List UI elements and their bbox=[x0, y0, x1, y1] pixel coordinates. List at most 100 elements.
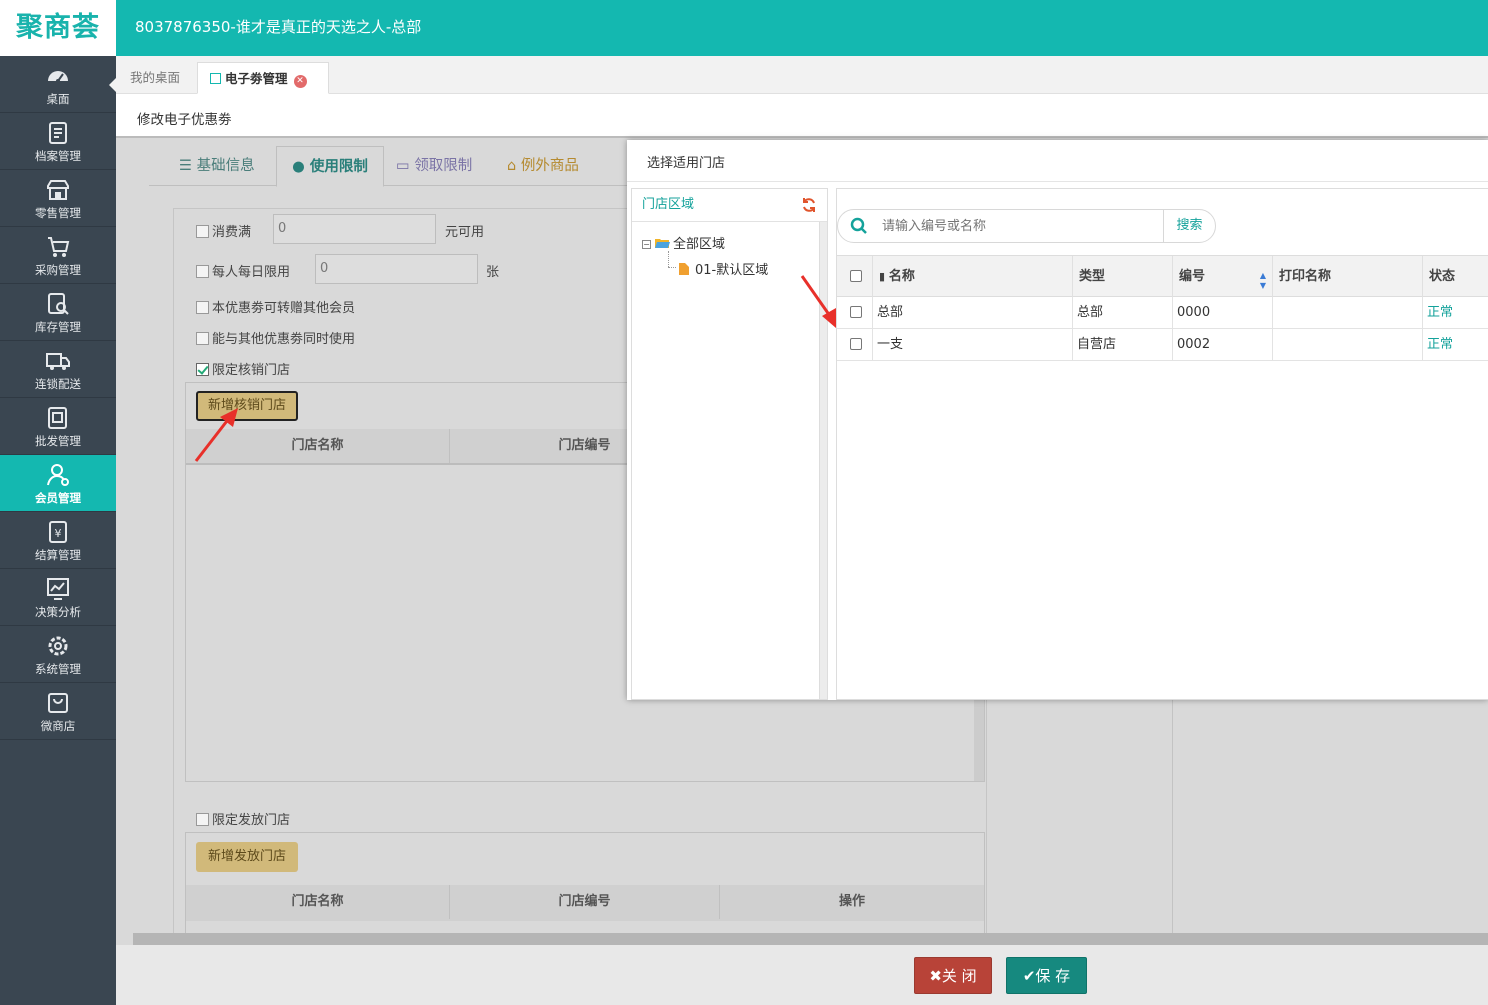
sidebar-item-settlement[interactable]: ¥ 结算管理 bbox=[0, 512, 116, 569]
app-title: 8037876350-谁才是真正的天选之人-总部 bbox=[135, 18, 422, 36]
tree-node-default-area[interactable]: 01-默认区域 bbox=[679, 259, 768, 278]
sidebar-item-archive[interactable]: 档案管理 bbox=[0, 113, 116, 170]
col-print-name[interactable]: 打印名称 bbox=[1273, 256, 1423, 297]
table-row[interactable]: 一支 自营店 0002 正常 bbox=[837, 329, 1488, 361]
settlement-icon: ¥ bbox=[49, 521, 67, 543]
sidebar-item-retail[interactable]: 零售管理 bbox=[0, 170, 116, 227]
sidebar-item-system[interactable]: 系统管理 bbox=[0, 626, 116, 683]
close-icon: ✖ bbox=[929, 967, 942, 985]
sidebar-item-inventory[interactable]: 库存管理 bbox=[0, 284, 116, 341]
search-input[interactable] bbox=[874, 210, 1164, 242]
divider bbox=[1172, 698, 1173, 933]
horizontal-scrollbar[interactable] bbox=[133, 933, 1488, 945]
dialog-title: 选择适用门店 bbox=[627, 140, 1488, 182]
issue-store-table: 新增发放门店 门店名称 门店编号 操作 bbox=[185, 832, 985, 942]
col-store-name: 门店名称 bbox=[186, 885, 450, 919]
sidebar-item-label: 决策分析 bbox=[35, 605, 81, 619]
daily-limit-input[interactable]: 0 bbox=[315, 254, 478, 284]
truck-icon bbox=[46, 353, 70, 370]
cell-code: 0000 bbox=[1173, 297, 1273, 328]
tab-bar: 我的桌面 电子劵管理 ✕ bbox=[116, 56, 1488, 94]
tab-coupon-management[interactable]: 电子劵管理 ✕ bbox=[197, 62, 329, 94]
sort-icon[interactable]: ▲ ▼ bbox=[1260, 256, 1266, 291]
chart-icon bbox=[47, 578, 69, 600]
transfer-checkbox[interactable] bbox=[196, 301, 209, 314]
tab-basic-info[interactable]: ☰ 基础信息 bbox=[179, 146, 255, 186]
table-row[interactable]: 总部 总部 0000 正常 bbox=[837, 297, 1488, 329]
card-icon: ▭ bbox=[396, 158, 415, 174]
refresh-icon[interactable] bbox=[801, 197, 817, 213]
close-button[interactable]: ✖关 闭 bbox=[914, 957, 992, 994]
search-icon bbox=[850, 217, 867, 234]
tab-claim-limits[interactable]: ▭ 领取限制 bbox=[396, 146, 472, 186]
col-store-name: 门店名称 bbox=[186, 429, 450, 463]
col-status[interactable]: 状态 bbox=[1423, 256, 1488, 297]
user-icon: ● bbox=[292, 159, 310, 175]
add-issue-store-button[interactable]: 新增发放门店 bbox=[196, 842, 298, 872]
sidebar-item-member[interactable]: 会员管理 bbox=[0, 455, 116, 512]
transfer-row: 本优惠劵可转赠其他会员 bbox=[196, 297, 355, 316]
sidebar-item-label: 桌面 bbox=[46, 92, 70, 106]
limit-redeem-row: 限定核销门店 bbox=[196, 359, 290, 378]
top-bar: 聚商荟 8037876350-谁才是真正的天选之人-总部 bbox=[0, 0, 1488, 56]
row-select-cell bbox=[837, 297, 873, 328]
tab-excluded-products[interactable]: ⌂ 例外商品 bbox=[507, 146, 579, 186]
spend-checkbox[interactable] bbox=[196, 225, 209, 238]
tab-label: 电子劵管理 bbox=[225, 71, 288, 86]
limit-issue-checkbox[interactable] bbox=[196, 813, 209, 826]
check-icon: ✔ bbox=[1022, 967, 1036, 985]
sidebar-item-purchase[interactable]: 采购管理 bbox=[0, 227, 116, 284]
tree-node-root[interactable]: − 全部区域 bbox=[642, 233, 725, 252]
col-store-code: 门店编号 bbox=[450, 885, 720, 919]
sidebar-item-label: 零售管理 bbox=[35, 206, 81, 220]
sidebar-item-label: 会员管理 bbox=[35, 491, 81, 505]
spend-amount-input[interactable]: 0 bbox=[273, 214, 436, 244]
save-button[interactable]: ✔保 存 bbox=[1006, 957, 1087, 994]
daily-limit-checkbox[interactable] bbox=[196, 265, 209, 278]
sidebar-item-microshop[interactable]: 微商店 bbox=[0, 683, 116, 740]
sidebar-item-desktop[interactable]: 桌面 bbox=[0, 56, 116, 113]
combine-checkbox[interactable] bbox=[196, 332, 209, 345]
tree-line bbox=[668, 251, 669, 267]
member-icon bbox=[47, 464, 69, 486]
bag-icon bbox=[48, 693, 68, 713]
col-name[interactable]: ▮ 名称 bbox=[873, 256, 1073, 297]
search-button[interactable]: 搜索 bbox=[1163, 210, 1215, 242]
sidebar-item-analysis[interactable]: 决策分析 bbox=[0, 569, 116, 626]
cell-print-name bbox=[1273, 297, 1423, 328]
tree-scrollbar[interactable] bbox=[819, 222, 827, 699]
row-checkbox[interactable] bbox=[850, 338, 862, 350]
close-tab-icon[interactable]: ✕ bbox=[293, 75, 307, 88]
cell-status: 正常 bbox=[1427, 337, 1454, 352]
cell-name: 总部 bbox=[873, 297, 1073, 328]
col-code[interactable]: 编号 ▲ ▼ bbox=[1173, 256, 1273, 297]
svg-text:¥: ¥ bbox=[55, 527, 62, 540]
store-grid-header: ▮ 名称 类型 编号 ▲ ▼ 打印名称 状态 bbox=[837, 255, 1488, 297]
page-title: 修改电子优惠劵 bbox=[137, 112, 232, 128]
row-checkbox[interactable] bbox=[850, 306, 862, 318]
add-redeem-store-button[interactable]: 新增核销门店 bbox=[196, 391, 298, 421]
col-type[interactable]: 类型 bbox=[1073, 256, 1173, 297]
sidebar-item-distribution[interactable]: 连锁配送 bbox=[0, 341, 116, 398]
sidebar-item-label: 微商店 bbox=[40, 719, 76, 733]
limit-redeem-checkbox[interactable] bbox=[196, 363, 209, 376]
sidebar-item-label: 批发管理 bbox=[35, 434, 81, 448]
sidebar-item-label: 档案管理 bbox=[35, 149, 81, 163]
sidebar-item-label: 采购管理 bbox=[35, 263, 81, 277]
page-header: 修改电子优惠劵 bbox=[116, 94, 1488, 138]
select-all-checkbox[interactable] bbox=[850, 270, 862, 282]
file-icon bbox=[679, 263, 689, 275]
collapse-icon[interactable]: − bbox=[642, 240, 651, 249]
store-area-tree-panel: 门店区域 − 全部区域 01-默认区域 bbox=[631, 188, 828, 700]
logo: 聚商荟 bbox=[0, 0, 116, 56]
sidebar-item-label: 系统管理 bbox=[35, 662, 81, 676]
tree-line bbox=[668, 267, 676, 268]
row-select-cell bbox=[837, 329, 873, 360]
cell-print-name bbox=[1273, 329, 1423, 360]
tab-my-desktop[interactable]: 我的桌面 bbox=[118, 62, 192, 94]
sidebar-item-wholesale[interactable]: 批发管理 bbox=[0, 398, 116, 455]
book-icon: ▮ bbox=[879, 270, 889, 283]
gear-icon bbox=[48, 636, 68, 656]
store-list-panel: 搜索 ▮ 名称 类型 编号▲▼ 打印名称 状态 总部 总部 0000 正常 一支… bbox=[836, 188, 1488, 700]
tab-usage-limits[interactable]: ● 使用限制 bbox=[276, 146, 384, 187]
